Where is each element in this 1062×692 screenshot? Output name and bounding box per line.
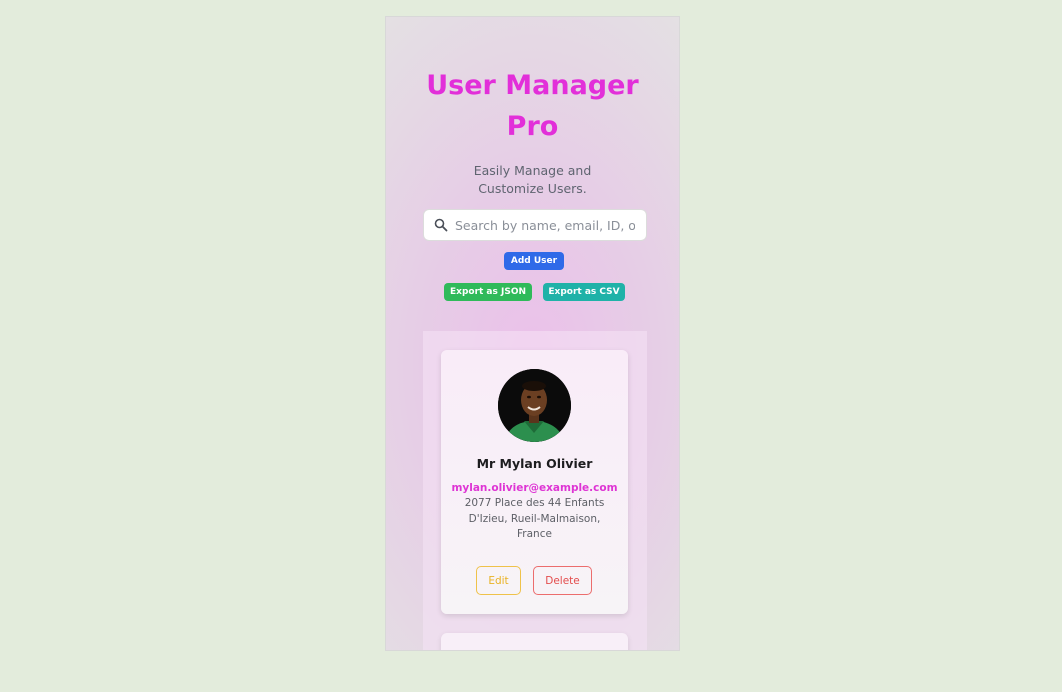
- user-email[interactable]: mylan.olivier@example.com: [441, 482, 628, 494]
- search-icon: [434, 218, 448, 232]
- user-card-next: [441, 633, 628, 650]
- user-list: Mr Mylan Olivier mylan.olivier@example.c…: [423, 331, 647, 650]
- edit-button[interactable]: Edit: [476, 566, 521, 595]
- add-user-button[interactable]: Add User: [504, 252, 564, 270]
- export-csv-button[interactable]: Export as CSV: [543, 283, 625, 301]
- page-subtitle: Easily Manage and Customize Users.: [473, 163, 592, 196]
- page-title: User Manager Pro: [426, 70, 639, 142]
- user-name: Mr Mylan Olivier: [476, 456, 593, 471]
- avatar: [498, 369, 571, 442]
- user-card: Mr Mylan Olivier mylan.olivier@example.c…: [441, 350, 628, 614]
- delete-button[interactable]: Delete: [533, 566, 592, 595]
- export-json-button[interactable]: Export as JSON: [444, 283, 532, 301]
- app-frame: User Manager Pro Easily Manage and Custo…: [385, 16, 680, 651]
- search-input[interactable]: [455, 217, 635, 233]
- user-address: 2077 Place des 44 Enfants D'Izieu, Rueil…: [464, 497, 605, 540]
- search-box[interactable]: [423, 209, 647, 241]
